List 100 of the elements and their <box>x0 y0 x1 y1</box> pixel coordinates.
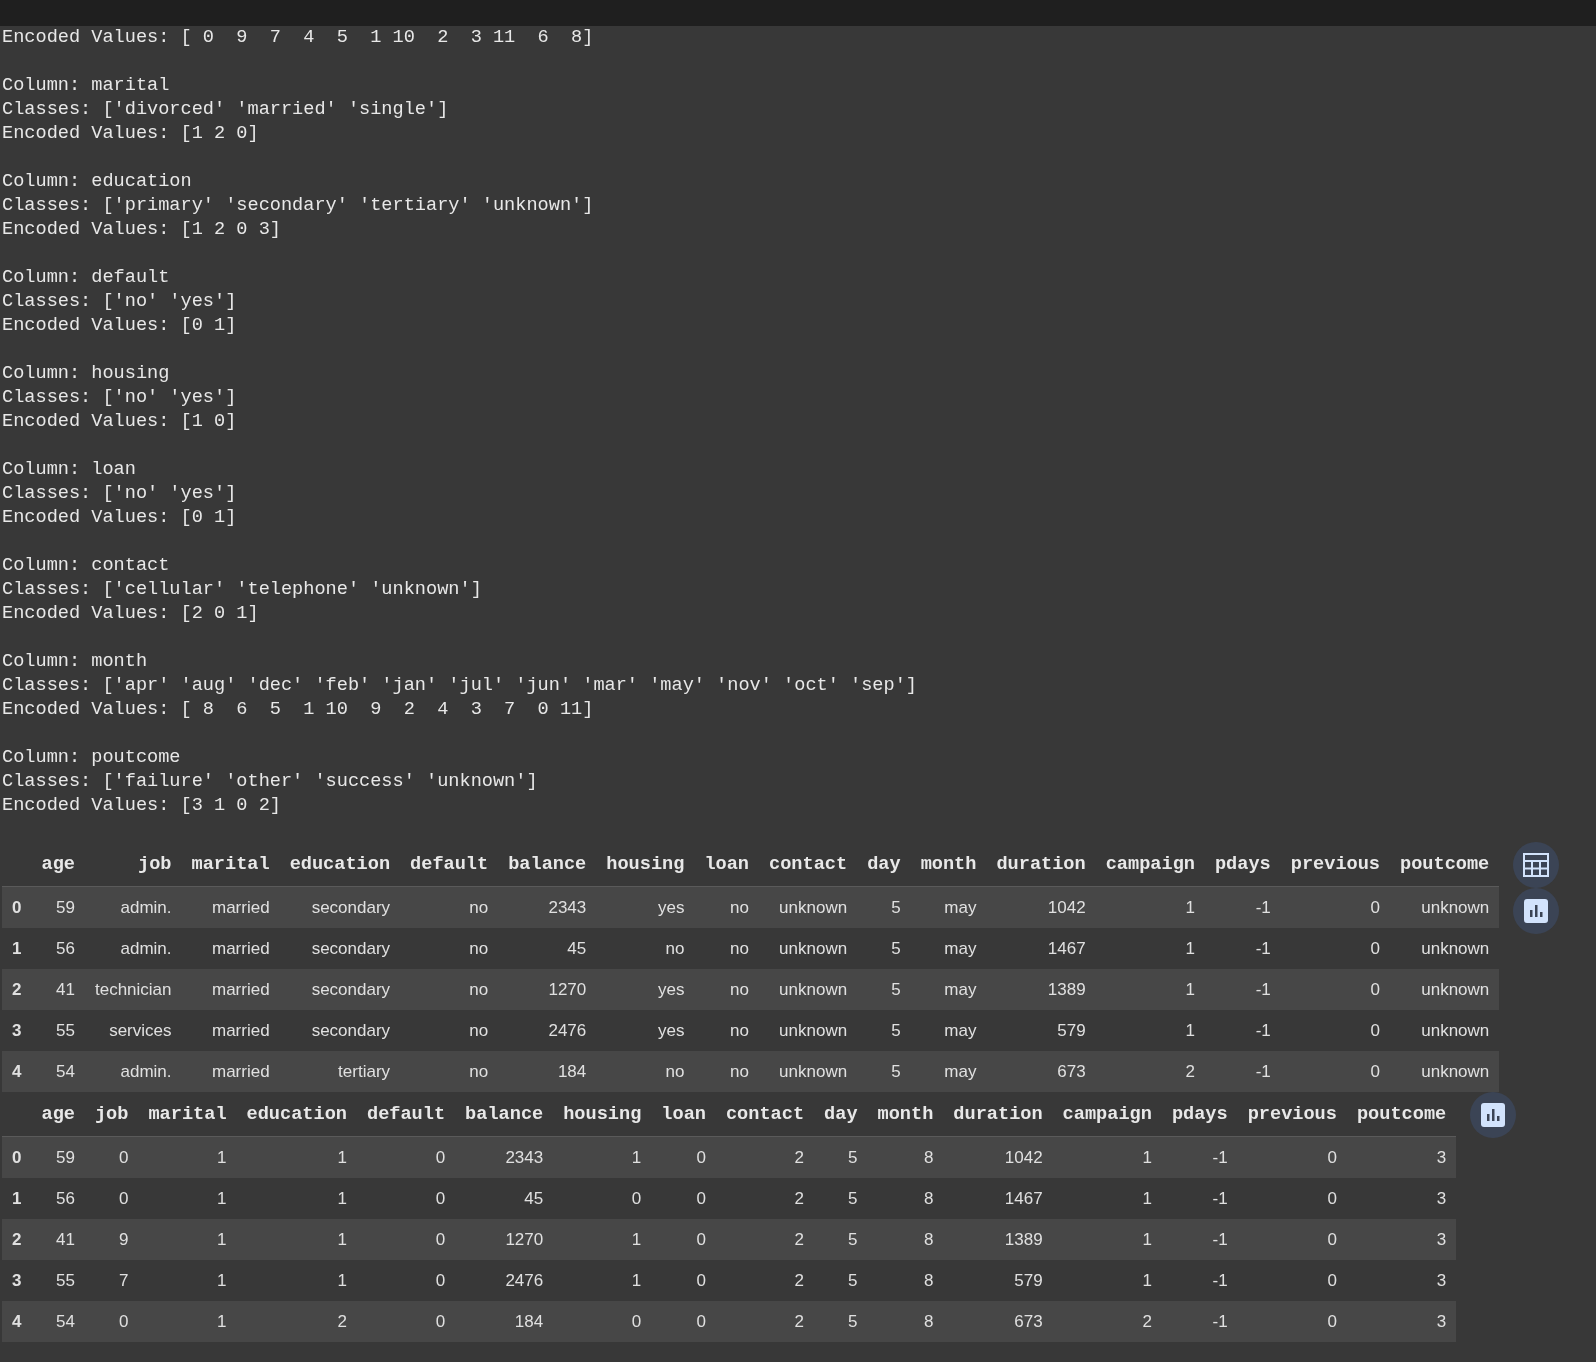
table-cell: 8 <box>867 1260 944 1301</box>
table-cell: 2476 <box>455 1260 554 1301</box>
output-line: Encoded Values: [1 2 0 3] <box>2 218 281 242</box>
table-cell: 0 <box>1237 1260 1347 1301</box>
table-cell: no <box>694 1051 760 1092</box>
table-cell: 0 <box>1237 1301 1347 1342</box>
table-cell: -1 <box>1204 969 1281 1010</box>
output-line: Classes: ['no' 'yes'] <box>2 482 237 506</box>
table-cell: 5 <box>814 1260 868 1301</box>
table-cell: 55 <box>31 1260 85 1301</box>
table-cell: secondary <box>279 928 401 969</box>
table-cell: no <box>694 928 760 969</box>
table-cell: 1 <box>138 1136 237 1178</box>
column-header: poutcome <box>1346 1092 1457 1137</box>
table-cell: 45 <box>498 928 597 969</box>
table-cell: unknown <box>759 969 858 1010</box>
column-header: loan <box>694 842 760 887</box>
table-view-button[interactable] <box>1513 842 1560 888</box>
table-cell: 2 <box>715 1178 815 1219</box>
table-cell: 1 <box>138 1301 237 1342</box>
table-cell: may <box>910 928 987 969</box>
table-cell: services <box>84 1010 182 1051</box>
column-header: previous <box>1280 842 1390 887</box>
table-cell: 41 <box>31 1219 85 1260</box>
table-cell: 8 <box>867 1136 944 1178</box>
table-cell: secondary <box>279 886 401 928</box>
table-cell: unknown <box>1390 1010 1500 1051</box>
table-cell: 1 <box>236 1260 357 1301</box>
output-line: Classes: ['apr' 'aug' 'dec' 'feb' 'jan' 'jul' 'jun' 'mar' 'may' 'nov' 'oct' 'sep'] <box>2 674 917 698</box>
table-cell: unknown <box>759 928 858 969</box>
column-header: campaign <box>1052 1092 1162 1137</box>
column-header: contact <box>759 842 858 887</box>
column-header: balance <box>498 842 597 887</box>
table-cell: 1 <box>1095 969 1205 1010</box>
table-cell: -1 <box>1161 1260 1238 1301</box>
output-line: Column: education <box>2 170 192 194</box>
table-cell: unknown <box>1390 969 1500 1010</box>
column-header: balance <box>455 1092 554 1137</box>
table-cell: 3 <box>1346 1178 1457 1219</box>
table-cell: 1 <box>236 1219 357 1260</box>
output-line: Column: default <box>2 266 170 290</box>
output-line: Column: housing <box>2 362 170 386</box>
column-header: default <box>357 1092 456 1137</box>
table-cell: tertiary <box>279 1051 401 1092</box>
table-cell: 184 <box>455 1301 554 1342</box>
output-line: Classes: ['cellular' 'telephone' 'unknown'] <box>2 578 482 602</box>
table-cell: 1 <box>1095 928 1205 969</box>
table-cell: 1389 <box>986 969 1096 1010</box>
table-cell: 5 <box>857 1051 911 1092</box>
table-cell: 1 <box>1052 1136 1162 1178</box>
output-line: Encoded Values: [ 0 9 7 4 5 1 10 2 3 11 6 8] <box>2 26 594 50</box>
table-cell: unknown <box>1390 886 1500 928</box>
table-cell: 1467 <box>986 928 1096 969</box>
table-cell: 0 <box>651 1301 716 1342</box>
table-cell: 56 <box>31 928 85 969</box>
row-index: 1 <box>2 1178 32 1219</box>
table-cell: 8 <box>867 1178 944 1219</box>
table-cell: 1 <box>1052 1219 1162 1260</box>
table-cell: 2 <box>715 1219 815 1260</box>
table-cell: 5 <box>814 1301 868 1342</box>
table-cell: may <box>910 886 987 928</box>
output-line: Column: loan <box>2 458 136 482</box>
table-cell: no <box>400 1010 499 1051</box>
column-header: duration <box>943 1092 1053 1137</box>
table-cell: married <box>181 928 280 969</box>
chart-button[interactable] <box>1470 1092 1517 1138</box>
column-header: education <box>279 842 401 887</box>
table-cell: 0 <box>553 1178 652 1219</box>
chart-button[interactable] <box>1513 888 1560 934</box>
table-cell: unknown <box>759 886 858 928</box>
table-cell: no <box>400 1051 499 1092</box>
table-cell: unknown <box>1390 1051 1500 1092</box>
row-index: 4 <box>2 1051 32 1092</box>
row-index: 4 <box>2 1301 32 1342</box>
table-cell: 2476 <box>498 1010 597 1051</box>
column-header: marital <box>181 842 280 887</box>
row-index: 2 <box>2 1219 32 1260</box>
table-cell: 0 <box>651 1219 716 1260</box>
table-cell: 579 <box>943 1260 1053 1301</box>
table-cell: secondary <box>279 969 401 1010</box>
table-cell: 579 <box>986 1010 1096 1051</box>
table-cell: 0 <box>357 1301 456 1342</box>
table-cell: 0 <box>84 1301 139 1342</box>
table-cell: 2 <box>1052 1301 1162 1342</box>
table-cell: 2343 <box>455 1136 554 1178</box>
table-cell: 41 <box>31 969 85 1010</box>
output-line: Column: contact <box>2 554 170 578</box>
table-cell: 1467 <box>943 1178 1053 1219</box>
table-cell: 5 <box>857 886 911 928</box>
table-cell: yes <box>596 969 695 1010</box>
table-cell: no <box>400 928 499 969</box>
output-line: Encoded Values: [0 1] <box>2 314 237 338</box>
table-cell: 1 <box>138 1178 237 1219</box>
table-cell: no <box>400 886 499 928</box>
table-cell: 2 <box>236 1301 357 1342</box>
output-line: Encoded Values: [1 2 0] <box>2 122 259 146</box>
row-index: 3 <box>2 1010 32 1051</box>
table-cell: 1042 <box>943 1136 1053 1178</box>
table-cell: 2 <box>715 1260 815 1301</box>
row-index: 3 <box>2 1260 32 1301</box>
